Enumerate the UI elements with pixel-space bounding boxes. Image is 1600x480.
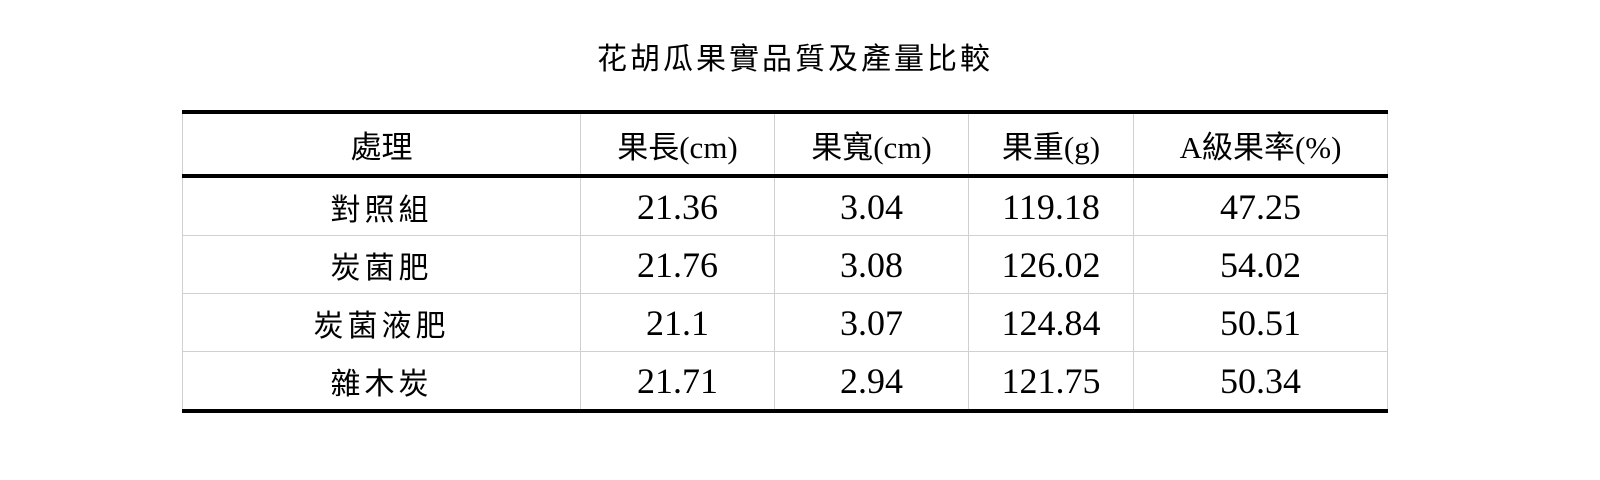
treatment-cell: 炭菌液肥 [182, 293, 581, 352]
title-text: 花胡瓜果實品質及產量比較 [597, 43, 993, 76]
table-row: 炭菌肥 21.76 3.08 126.02 54.02 [182, 235, 1388, 294]
cell: 21.36 [580, 176, 775, 236]
cell: 124.84 [968, 293, 1134, 352]
treatment-cell: 炭菌肥 [182, 235, 581, 294]
cell: 47.25 [1133, 176, 1388, 236]
cell: 21.1 [580, 293, 775, 352]
treatment-cell: 雜木炭 [182, 351, 581, 412]
cell: 21.76 [580, 235, 775, 294]
cell: 121.75 [968, 351, 1134, 412]
comparison-table: 處理 果長(cm) 果寬(cm) 果重(g) A級果率(%) 對照組 21.36 3… [182, 110, 1388, 413]
cell: 54.02 [1133, 235, 1388, 294]
cell: 126.02 [968, 235, 1134, 294]
cell: 2.94 [774, 351, 969, 412]
header-fruit-length: 果長(cm) [580, 112, 775, 177]
header-grade-a-rate: A級果率(%) [1133, 112, 1388, 177]
header-treatment: 處理 [182, 112, 581, 177]
cell: 3.08 [774, 235, 969, 294]
cell: 3.04 [774, 176, 969, 236]
header-fruit-width: 果寬(cm) [774, 112, 969, 177]
cell: 50.34 [1133, 351, 1388, 412]
table-title: 花胡瓜果實品質及產量比較 [0, 34, 1600, 78]
header-row: 處理 果長(cm) 果寬(cm) 果重(g) A級果率(%) [182, 112, 1388, 177]
treatment-cell: 對照組 [182, 176, 581, 236]
cell: 50.51 [1133, 293, 1388, 352]
table-row: 炭菌液肥 21.1 3.07 124.84 50.51 [182, 293, 1388, 352]
header-fruit-weight: 果重(g) [968, 112, 1134, 177]
table-row: 對照組 21.36 3.04 119.18 47.25 [182, 176, 1388, 236]
cell: 21.71 [580, 351, 775, 412]
cell: 119.18 [968, 176, 1134, 236]
table-row: 雜木炭 21.71 2.94 121.75 50.34 [182, 351, 1388, 412]
cell: 3.07 [774, 293, 969, 352]
